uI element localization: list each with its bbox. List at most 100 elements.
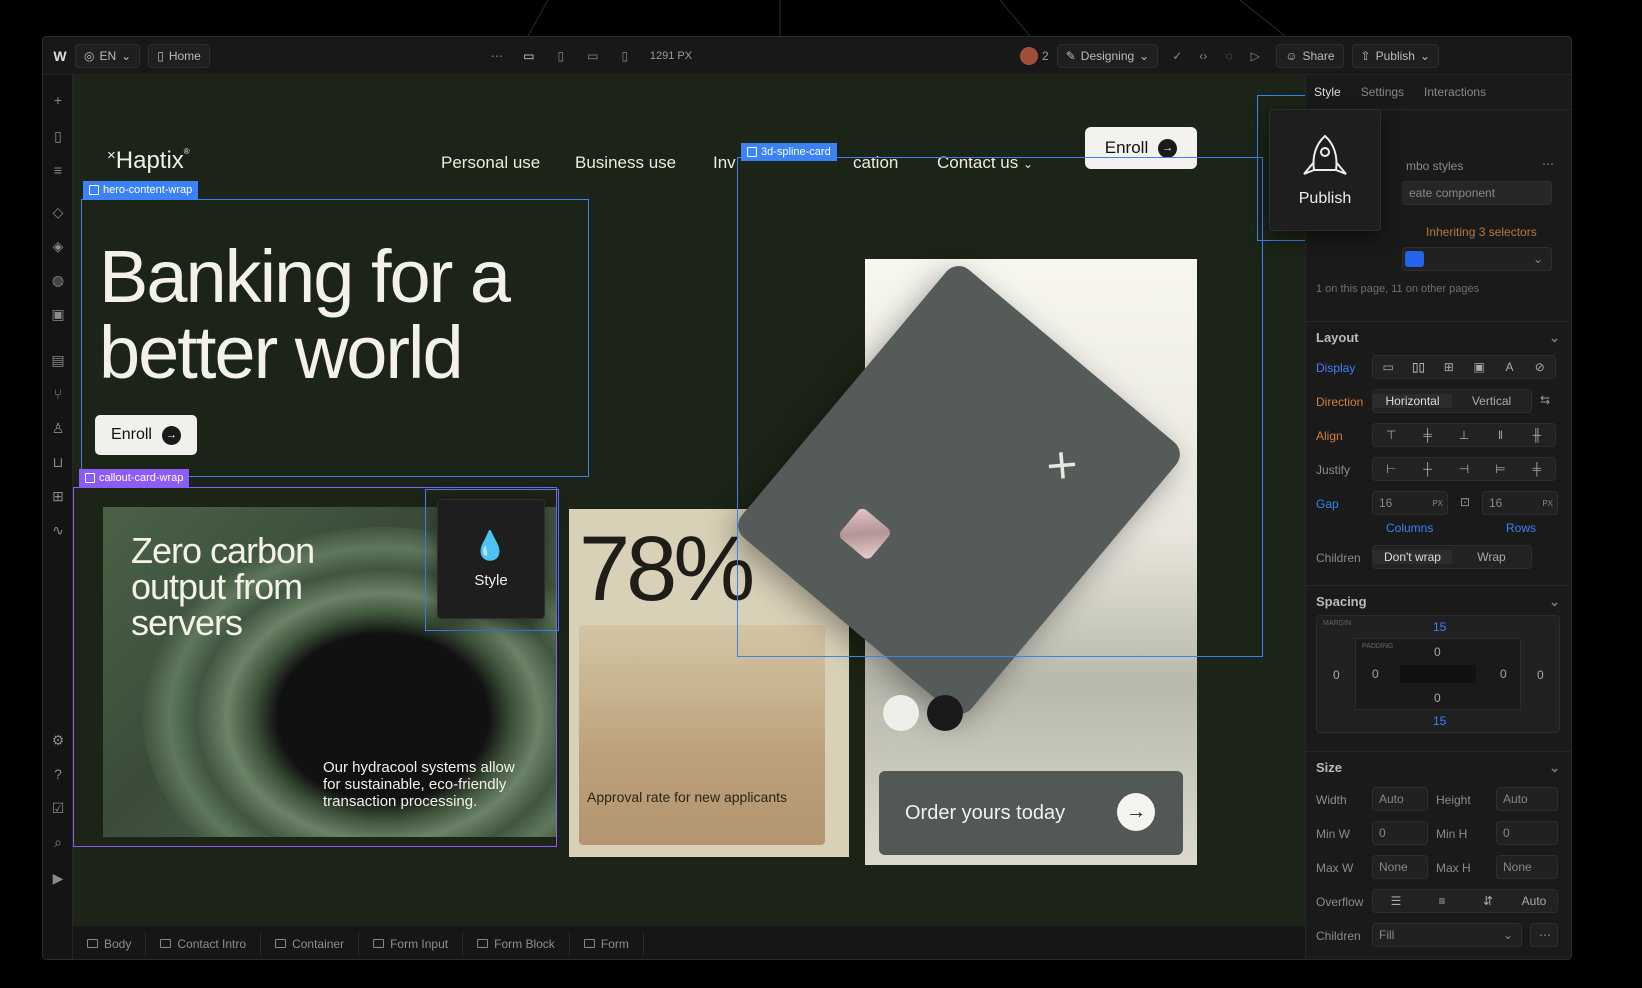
- padding-top[interactable]: 0: [1434, 645, 1441, 659]
- navigator-icon[interactable]: ≡: [49, 161, 67, 179]
- padding-left[interactable]: 0: [1372, 667, 1379, 681]
- children-fill-select[interactable]: Fill ⌄: [1372, 923, 1522, 947]
- nav-business[interactable]: Business use: [575, 153, 676, 173]
- spacing-box[interactable]: MARGIN 15 0 0 15 PADDING 0 0 0 0: [1316, 615, 1560, 733]
- users-icon[interactable]: ♙: [49, 419, 67, 437]
- assets-icon[interactable]: ▣: [49, 305, 67, 323]
- justify-options[interactable]: ⊢ ┼ ⊣ ⊨ ╪: [1372, 457, 1556, 481]
- breadcrumb-item[interactable]: Contact Intro: [146, 931, 262, 956]
- breadcrumb-item[interactable]: Form Block: [463, 931, 570, 956]
- selector-chip[interactable]: [1405, 251, 1425, 267]
- logic-icon[interactable]: ⑂: [49, 385, 67, 403]
- help-icon[interactable]: ?: [49, 765, 67, 783]
- align-stretch-icon[interactable]: ‖: [1482, 428, 1518, 442]
- components-icon[interactable]: ◇: [49, 203, 67, 221]
- gap-rows-input[interactable]: 16 PX: [1482, 491, 1558, 515]
- video-icon[interactable]: ▶: [49, 869, 67, 887]
- create-component-button[interactable]: eate component: [1402, 181, 1552, 205]
- overflow-scroll-icon[interactable]: ⇵: [1465, 894, 1511, 908]
- ecommerce-icon[interactable]: ⊔: [49, 453, 67, 471]
- tab-interactions[interactable]: Interactions: [1424, 85, 1486, 99]
- breadcrumb-item[interactable]: Body: [73, 931, 147, 956]
- collaborators[interactable]: 2: [1020, 46, 1049, 65]
- justify-start-icon[interactable]: ⊢: [1373, 462, 1409, 476]
- gap-columns-input[interactable]: 16 PX: [1372, 491, 1448, 515]
- 3d-spline-card-selection[interactable]: [737, 157, 1263, 657]
- language-selector[interactable]: ◎ EN ⌄: [75, 43, 141, 68]
- overflow-hidden-icon[interactable]: ≡: [1419, 894, 1465, 908]
- minh-input[interactable]: 0: [1496, 821, 1558, 845]
- maxw-input[interactable]: None: [1372, 855, 1428, 879]
- height-input[interactable]: Auto: [1496, 787, 1558, 811]
- preview-play-icon[interactable]: ▷: [1248, 49, 1262, 63]
- mode-selector[interactable]: ✎ Designing ⌄: [1056, 43, 1159, 68]
- cms-icon[interactable]: ▤: [49, 351, 67, 369]
- 3d-spline-card-tag[interactable]: 3d-spline-card: [741, 143, 837, 161]
- color-option-light[interactable]: [883, 695, 919, 731]
- minw-input[interactable]: 0: [1372, 821, 1428, 845]
- layout-section-header[interactable]: Layout ⌄: [1306, 321, 1571, 346]
- code-icon[interactable]: ‹›: [1196, 49, 1210, 63]
- callout-card-wrap-tag[interactable]: callout-card-wrap: [79, 469, 190, 487]
- overflow-options[interactable]: ☰ ≡ ⇵ Auto: [1372, 889, 1558, 913]
- align-end-icon[interactable]: ⊥: [1446, 428, 1482, 442]
- size-section-header[interactable]: Size ⌄: [1306, 751, 1571, 776]
- apps-icon[interactable]: ⊞: [49, 487, 67, 505]
- width-input[interactable]: Auto: [1372, 787, 1428, 811]
- pages-icon[interactable]: ▯: [49, 127, 67, 145]
- direction-options[interactable]: Horizontal Vertical: [1372, 389, 1532, 413]
- inline-block-icon[interactable]: ▣: [1464, 360, 1494, 374]
- hero-content-wrap-tag[interactable]: hero-content-wrap: [83, 181, 199, 199]
- justify-center-icon[interactable]: ┼: [1409, 462, 1445, 476]
- breadcrumb-item[interactable]: Container: [261, 931, 360, 956]
- settings-icon[interactable]: ⚙: [49, 731, 67, 749]
- mobile-breakpoint-icon[interactable]: ▯: [618, 49, 632, 63]
- nav-investors[interactable]: Inv: [713, 153, 736, 173]
- search-icon[interactable]: ⌕: [49, 833, 67, 851]
- breadcrumb-item[interactable]: Form Input: [359, 931, 464, 956]
- nav-personal[interactable]: Personal use: [441, 153, 540, 173]
- justify-end-icon[interactable]: ⊣: [1446, 462, 1482, 476]
- dont-wrap-option[interactable]: Don't wrap: [1373, 550, 1452, 564]
- activity-icon[interactable]: ∿: [49, 521, 67, 539]
- margin-top[interactable]: 15: [1433, 620, 1446, 634]
- margin-bottom[interactable]: 15: [1433, 714, 1446, 728]
- margin-right[interactable]: 0: [1537, 668, 1544, 682]
- variables-icon[interactable]: ◍: [49, 271, 67, 289]
- color-option-dark[interactable]: [927, 695, 963, 731]
- more-icon[interactable]: ⋯: [1542, 157, 1554, 171]
- tab-settings[interactable]: Settings: [1361, 85, 1404, 99]
- align-options[interactable]: ⊤ ╪ ⊥ ‖ ╫: [1372, 423, 1556, 447]
- desktop-breakpoint-icon[interactable]: ▭: [522, 49, 536, 63]
- share-button[interactable]: ☺ Share: [1276, 43, 1344, 68]
- selector-input[interactable]: ⌄: [1402, 247, 1552, 271]
- publish-popover[interactable]: Publish: [1269, 109, 1381, 231]
- align-baseline-icon[interactable]: ╫: [1519, 428, 1555, 442]
- reverse-icon[interactable]: ⇆: [1540, 393, 1550, 407]
- site-logo[interactable]: ×Haptix®: [107, 147, 190, 175]
- more-icon[interactable]: ⋯: [490, 49, 504, 63]
- overflow-auto[interactable]: Auto: [1511, 894, 1557, 908]
- check-icon[interactable]: ✓: [1170, 49, 1184, 63]
- landscape-breakpoint-icon[interactable]: ▭: [586, 49, 600, 63]
- padding-box[interactable]: PADDING 0 0 0 0: [1355, 638, 1521, 710]
- hero-enroll-button[interactable]: Enroll →: [95, 415, 197, 455]
- children-more-button[interactable]: ⋯: [1530, 923, 1558, 947]
- justify-around-icon[interactable]: ╪: [1519, 462, 1555, 476]
- direction-vertical[interactable]: Vertical: [1452, 394, 1531, 408]
- maxh-input[interactable]: None: [1496, 855, 1558, 879]
- order-button[interactable]: Order yours today →: [879, 771, 1183, 855]
- tab-style[interactable]: Style: [1314, 85, 1341, 99]
- comment-icon[interactable]: ◌: [1222, 49, 1236, 63]
- inline-icon[interactable]: A: [1494, 360, 1524, 374]
- lock-icon[interactable]: ⊡: [1460, 495, 1470, 509]
- margin-left[interactable]: 0: [1333, 668, 1340, 682]
- styles-icon[interactable]: ◈: [49, 237, 67, 255]
- direction-horizontal[interactable]: Horizontal: [1373, 394, 1452, 408]
- justify-between-icon[interactable]: ⊨: [1482, 462, 1518, 476]
- publish-button[interactable]: ⇧ Publish ⌄: [1351, 43, 1440, 68]
- grid-icon[interactable]: ⊞: [1434, 360, 1464, 374]
- align-start-icon[interactable]: ⊤: [1373, 428, 1409, 442]
- audit-icon[interactable]: ☑: [49, 799, 67, 817]
- block-icon[interactable]: ▭: [1373, 360, 1403, 374]
